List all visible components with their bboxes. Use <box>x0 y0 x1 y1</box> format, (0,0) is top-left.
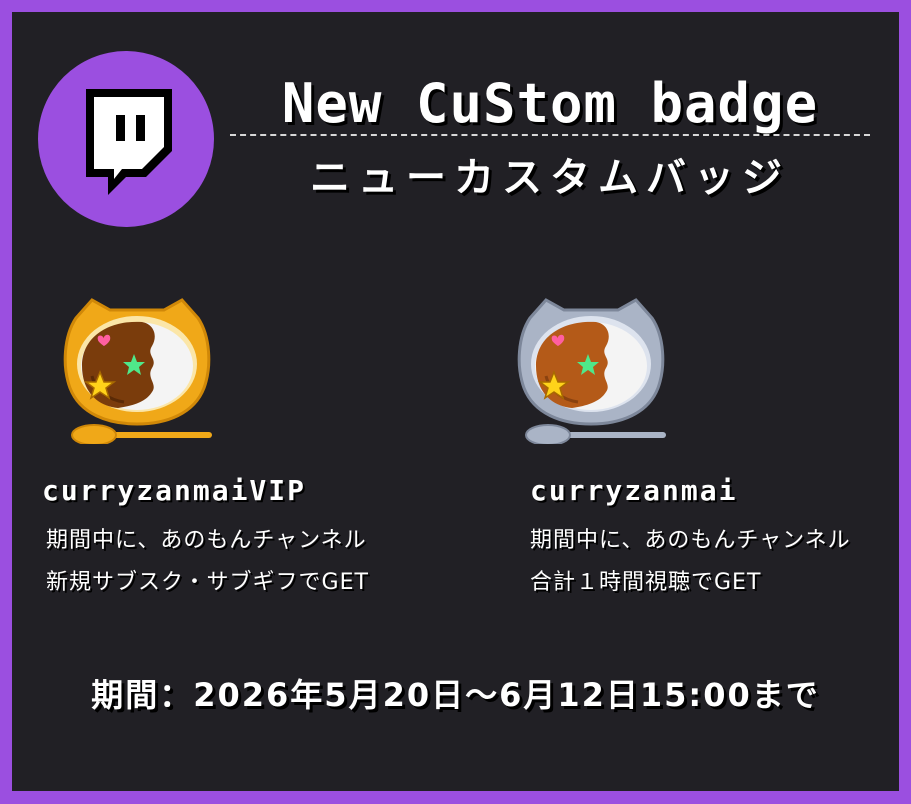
period-text: 期間：2026年5月20日～6月12日15:00まで <box>91 676 820 714</box>
badge-desc-gold-line2: 新規サブスク・サブギフでGET <box>46 570 369 595</box>
badge-desc-gold-line1: 期間中に、あのもんチャンネル <box>46 528 367 553</box>
badge-desc-silver-line1: 期間中に、あのもんチャンネル <box>530 528 851 553</box>
curry-badge-gold-icon <box>63 298 212 444</box>
curry-badge-silver-icon <box>517 298 666 444</box>
title-japanese: ニューカスタムバッジ <box>310 155 790 201</box>
badge-name-silver: curryzanmai <box>530 474 738 507</box>
card-panel: New CuStom badge ニューカスタムバッジ curryzanmaiV… <box>12 12 899 791</box>
badge-name-gold: curryzanmaiVIP <box>42 474 307 507</box>
frame-border: New CuStom badge ニューカスタムバッジ curryzanmaiV… <box>0 0 911 804</box>
badge-desc-silver-line2: 合計１時間視聴でGET <box>530 570 762 595</box>
logo-badge <box>38 51 214 227</box>
title-divider <box>230 134 870 136</box>
twitch-icon <box>86 89 172 195</box>
title-english: New CuStom badge <box>281 72 819 135</box>
